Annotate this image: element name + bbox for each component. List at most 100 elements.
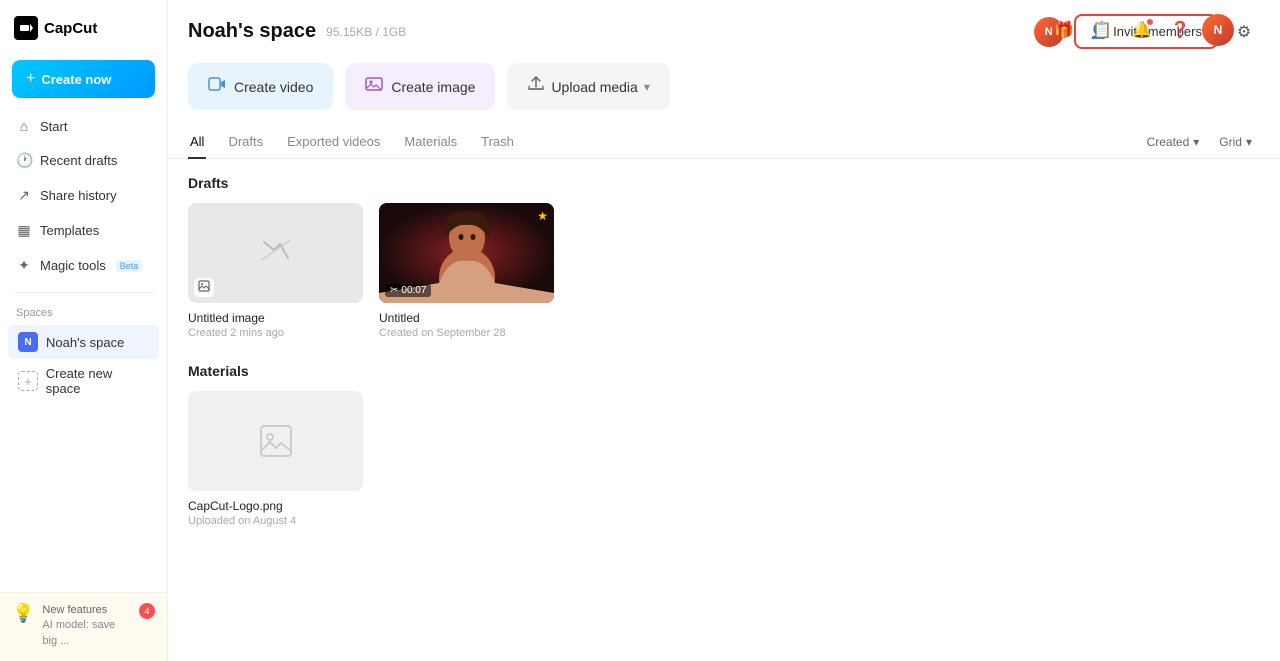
topbar-left: Noah's space 95.15KB / 1GB bbox=[188, 20, 406, 43]
duration-text: 00:07 bbox=[401, 285, 426, 296]
home-icon: ⌂ bbox=[16, 118, 32, 134]
view-label: Grid bbox=[1219, 135, 1242, 149]
footer-subtitle: AI model: save big ... bbox=[42, 618, 131, 649]
sidebar-item-label: Share history bbox=[40, 188, 117, 203]
gift-icon: 🎁 bbox=[1054, 20, 1074, 40]
material-title: CapCut-Logo.png bbox=[188, 499, 363, 513]
sort-label: Created bbox=[1147, 135, 1190, 149]
tab-exported[interactable]: Exported videos bbox=[285, 126, 382, 159]
image-icon bbox=[365, 75, 383, 98]
sidebar-item-noahs-space[interactable]: N Noah's space bbox=[8, 325, 159, 359]
user-avatar[interactable]: N bbox=[1202, 14, 1234, 46]
create-space-label: Create new space bbox=[46, 366, 149, 396]
broken-icon bbox=[260, 234, 292, 272]
create-video-button[interactable]: Create video bbox=[188, 63, 333, 110]
sidebar-item-recent-drafts[interactable]: 🕐 Recent drafts bbox=[8, 144, 159, 177]
broken-image-placeholder bbox=[188, 203, 363, 303]
logo-icon bbox=[14, 16, 38, 40]
action-row: Create video Create image Upload media bbox=[168, 63, 1280, 126]
scissors-icon: ✂ bbox=[390, 285, 398, 296]
tabs-row: All Drafts Exported videos Materials Tra… bbox=[168, 126, 1280, 159]
tab-materials[interactable]: Materials bbox=[402, 126, 459, 159]
drafts-grid: Untitled image Created 2 mins ago bbox=[188, 203, 1260, 339]
create-image-label: Create image bbox=[391, 79, 475, 95]
plus-icon: + bbox=[26, 70, 35, 88]
lightbulb-icon: 💡 bbox=[12, 603, 34, 624]
footer-text: New features AI model: save big ... bbox=[42, 603, 131, 649]
create-video-label: Create video bbox=[234, 79, 313, 95]
spaces-label: Spaces bbox=[0, 303, 167, 325]
gear-icon: ⚙ bbox=[1237, 22, 1251, 42]
thumb-top-right: ★ bbox=[537, 209, 548, 223]
draft-title-untitled-image: Untitled image bbox=[188, 311, 363, 325]
upload-media-button[interactable]: Upload media ▾ bbox=[507, 63, 669, 110]
sidebar-item-start[interactable]: ⌂ Start bbox=[8, 110, 159, 142]
history-icon: 📋 bbox=[1092, 20, 1112, 40]
sidebar-item-label: Templates bbox=[40, 223, 99, 238]
view-button[interactable]: Grid ▾ bbox=[1211, 131, 1260, 153]
sort-chevron-icon: ▾ bbox=[1193, 135, 1199, 149]
upload-icon bbox=[527, 75, 545, 98]
tab-trash[interactable]: Trash bbox=[479, 126, 516, 159]
tab-controls: Created ▾ Grid ▾ bbox=[1139, 131, 1260, 153]
create-image-button[interactable]: Create image bbox=[345, 63, 495, 110]
drafts-section-title: Drafts bbox=[188, 175, 1260, 191]
sidebar-nav: ⌂ Start 🕐 Recent drafts ↗ Share history … bbox=[0, 110, 167, 282]
topbar: Noah's space 95.15KB / 1GB N 👤 Invite me… bbox=[168, 0, 1280, 63]
notification-dot bbox=[1146, 18, 1154, 26]
page-title: Noah's space bbox=[188, 20, 316, 43]
materials-grid: CapCut-Logo.png Uploaded on August 4 bbox=[188, 391, 1260, 527]
sidebar-item-share-history[interactable]: ↗ Share history bbox=[8, 179, 159, 212]
logo-text: CapCut bbox=[44, 20, 97, 37]
notification-icon: 🔔 bbox=[1132, 20, 1152, 40]
footer-title: New features bbox=[42, 603, 131, 618]
image-type-icon bbox=[194, 278, 214, 297]
templates-icon: ▦ bbox=[16, 222, 32, 239]
app-logo: CapCut bbox=[0, 0, 167, 56]
help-button[interactable]: ❓ bbox=[1164, 14, 1196, 46]
storage-info: 95.15KB / 1GB bbox=[326, 25, 406, 39]
history-button[interactable]: 📋 bbox=[1086, 14, 1118, 46]
notification-button[interactable]: 🔔 bbox=[1126, 14, 1158, 46]
view-chevron-icon: ▾ bbox=[1246, 135, 1252, 149]
create-now-button[interactable]: + Create now bbox=[12, 60, 155, 98]
tab-drafts[interactable]: Drafts bbox=[226, 126, 265, 159]
draft-title-untitled: Untitled bbox=[379, 311, 554, 325]
sidebar-item-label: Recent drafts bbox=[40, 153, 117, 168]
video-icon bbox=[208, 75, 226, 98]
material-card-capcut-logo[interactable]: CapCut-Logo.png Uploaded on August 4 bbox=[188, 391, 363, 527]
help-icon: ❓ bbox=[1170, 20, 1190, 40]
draft-card-untitled-image[interactable]: Untitled image Created 2 mins ago bbox=[188, 203, 363, 339]
clock-icon: 🕐 bbox=[16, 152, 32, 169]
draft-subtitle-untitled: Created on September 28 bbox=[379, 327, 554, 339]
footer-badge: 4 bbox=[139, 603, 155, 619]
sidebar: CapCut + Create now ⌂ Start 🕐 Recent dra… bbox=[0, 0, 168, 661]
create-space-icon: + bbox=[18, 371, 38, 391]
material-subtitle: Uploaded on August 4 bbox=[188, 515, 363, 527]
draft-thumb-untitled-image bbox=[188, 203, 363, 303]
sidebar-item-label: Magic tools bbox=[40, 258, 106, 273]
material-thumb-capcut-logo bbox=[188, 391, 363, 491]
sort-button[interactable]: Created ▾ bbox=[1139, 131, 1208, 153]
space-name: Noah's space bbox=[46, 335, 124, 350]
material-placeholder bbox=[188, 391, 363, 491]
sidebar-item-templates[interactable]: ▦ Templates bbox=[8, 214, 159, 247]
sidebar-divider bbox=[12, 292, 155, 293]
draft-card-untitled[interactable]: ✂ 00:07 ★ Untitled Created on September … bbox=[379, 203, 554, 339]
space-avatar: N bbox=[18, 332, 38, 352]
sidebar-item-label: Start bbox=[40, 119, 67, 134]
sidebar-item-magic-tools[interactable]: ✦ Magic tools Beta bbox=[8, 249, 159, 282]
share-icon: ↗ bbox=[16, 187, 32, 204]
materials-section-title: Materials bbox=[188, 363, 1260, 379]
dropdown-arrow-icon: ▾ bbox=[644, 80, 650, 94]
upload-media-label: Upload media bbox=[551, 79, 637, 95]
tab-all[interactable]: All bbox=[188, 126, 206, 159]
create-now-label: Create now bbox=[41, 72, 111, 87]
video-duration: ✂ 00:07 bbox=[385, 284, 431, 297]
create-new-space[interactable]: + Create new space bbox=[8, 359, 159, 403]
gift-button[interactable]: 🎁 bbox=[1048, 14, 1080, 46]
draft-subtitle-untitled-image: Created 2 mins ago bbox=[188, 327, 363, 339]
magic-icon: ✦ bbox=[16, 257, 32, 274]
main-content: Noah's space 95.15KB / 1GB N 👤 Invite me… bbox=[168, 0, 1280, 661]
beta-badge: Beta bbox=[116, 260, 143, 272]
